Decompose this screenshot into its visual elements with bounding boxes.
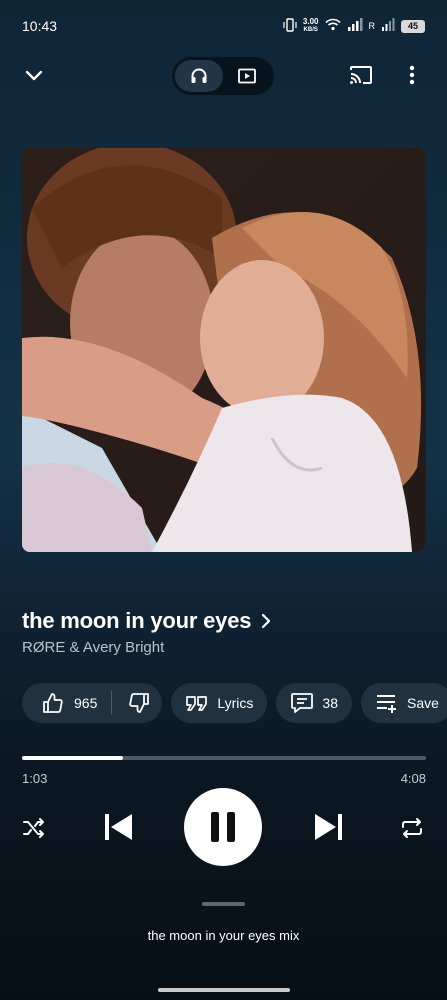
total-duration: 4:08 bbox=[400, 771, 426, 786]
collapse-button[interactable] bbox=[20, 61, 48, 89]
skip-next-icon bbox=[315, 814, 342, 840]
signal-icon bbox=[347, 18, 363, 34]
quote-icon bbox=[186, 696, 208, 711]
lyrics-button[interactable]: Lyrics bbox=[171, 683, 268, 723]
song-title-row[interactable]: the moon in your eyes bbox=[22, 608, 273, 634]
chevron-down-icon bbox=[25, 70, 43, 81]
elapsed-time: 1:03 bbox=[22, 771, 48, 786]
repeat-button[interactable] bbox=[398, 814, 426, 842]
chevron-right-icon bbox=[262, 613, 271, 629]
thumbs-down-icon bbox=[129, 693, 150, 713]
save-label: Save bbox=[406, 695, 439, 711]
vibrate-icon bbox=[283, 17, 297, 35]
more-options-button[interactable] bbox=[402, 61, 422, 89]
repeat-icon bbox=[402, 818, 422, 838]
skip-previous-icon bbox=[105, 814, 132, 840]
video-icon bbox=[238, 68, 256, 84]
pause-icon bbox=[211, 812, 235, 842]
like-count: 965 bbox=[74, 695, 98, 711]
next-button[interactable] bbox=[311, 810, 347, 844]
audio-mode-button[interactable] bbox=[175, 60, 223, 92]
home-indicator[interactable] bbox=[158, 988, 290, 992]
cast-button[interactable] bbox=[346, 61, 376, 89]
status-time: 10:43 bbox=[22, 18, 58, 34]
lyrics-label: Lyrics bbox=[217, 695, 254, 711]
song-title: the moon in your eyes bbox=[22, 608, 252, 633]
like-divider bbox=[111, 691, 113, 715]
status-icons: 3.00 KB/S R 45 bbox=[283, 18, 425, 35]
save-button[interactable]: Save bbox=[360, 683, 447, 723]
audio-video-toggle[interactable] bbox=[172, 57, 274, 95]
signal-2-icon bbox=[381, 18, 395, 34]
song-artist[interactable]: RØRE & Avery Bright bbox=[22, 639, 164, 656]
shuffle-button[interactable] bbox=[20, 814, 48, 842]
queue-drag-handle[interactable] bbox=[202, 902, 245, 906]
video-mode-button[interactable] bbox=[223, 60, 271, 92]
comments-button[interactable]: 38 bbox=[276, 683, 352, 723]
battery-indicator: 45 bbox=[401, 19, 425, 33]
action-row: 965 Lyrics 38 Save bbox=[22, 683, 447, 723]
cast-icon bbox=[350, 66, 372, 84]
roaming-indicator: R bbox=[368, 21, 376, 31]
more-vert-icon bbox=[409, 65, 415, 85]
network-speed: 3.00 KB/S bbox=[303, 18, 319, 34]
dislike-button[interactable] bbox=[128, 692, 150, 714]
network-speed-unit: KB/S bbox=[303, 27, 318, 33]
playlist-add-icon bbox=[376, 695, 396, 713]
player-top-bar bbox=[0, 55, 447, 95]
headphones-icon bbox=[191, 68, 207, 83]
like-dislike-pill: 965 bbox=[22, 683, 163, 723]
album-art bbox=[22, 148, 426, 552]
progress-bar[interactable] bbox=[22, 756, 426, 760]
up-next-label[interactable]: the moon in your eyes mix bbox=[0, 928, 447, 943]
like-button[interactable]: 965 bbox=[42, 692, 97, 714]
comments-count: 38 bbox=[322, 695, 338, 711]
status-bar: 10:43 3.00 KB/S R 45 bbox=[0, 0, 447, 52]
thumbs-up-icon bbox=[43, 693, 63, 713]
album-photo bbox=[22, 148, 426, 552]
wifi-icon bbox=[324, 18, 341, 34]
comment-icon bbox=[291, 693, 314, 713]
shuffle-icon bbox=[23, 818, 44, 838]
progress-fill bbox=[22, 756, 123, 760]
network-speed-value: 3.00 bbox=[302, 17, 319, 26]
playback-controls bbox=[0, 788, 447, 866]
previous-button[interactable] bbox=[100, 810, 136, 844]
pause-button[interactable] bbox=[184, 788, 262, 866]
